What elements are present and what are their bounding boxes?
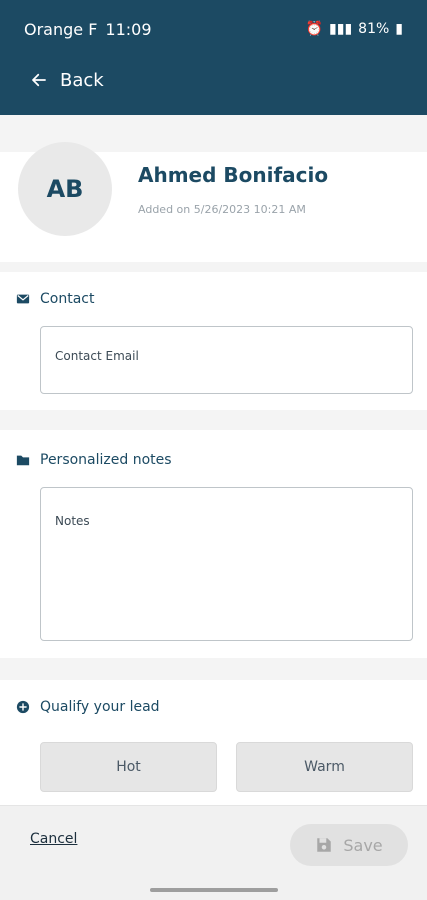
home-indicator[interactable] bbox=[150, 888, 278, 892]
contact-title: Contact bbox=[40, 291, 95, 307]
notes-field[interactable]: Notes bbox=[40, 487, 413, 641]
floppy-disk-icon bbox=[317, 838, 332, 852]
app-bar: Orange F 11:09 ⏰ ▮▮▮ 81% ▮ Back bbox=[0, 0, 427, 115]
lead-warm-button[interactable]: Warm bbox=[236, 742, 413, 792]
lead-section-title: Qualify your lead bbox=[16, 699, 160, 715]
arrow-left-icon bbox=[32, 73, 46, 87]
status-bar: Orange F 11:09 ⏰ ▮▮▮ 81% ▮ bbox=[24, 18, 403, 40]
signal-icon: ▮▮▮ bbox=[329, 21, 353, 37]
contact-email-field[interactable]: Contact Email bbox=[40, 326, 413, 394]
folder-icon bbox=[16, 455, 30, 466]
notes-section-title: Personalized notes bbox=[16, 452, 172, 468]
back-label: Back bbox=[60, 69, 104, 91]
status-icons: ⏰ ▮▮▮ 81% ▮ bbox=[306, 21, 403, 37]
lead-title: Qualify your lead bbox=[40, 699, 160, 715]
battery-percent: 81% bbox=[358, 21, 390, 37]
battery-icon: ▮ bbox=[395, 21, 403, 37]
plus-circle-icon bbox=[16, 700, 30, 714]
contact-section-title: Contact bbox=[16, 291, 94, 307]
added-date: Added on 5/26/2023 10:21 AM bbox=[138, 203, 306, 216]
avatar: AB bbox=[18, 142, 112, 236]
cancel-button[interactable]: Cancel bbox=[30, 831, 77, 847]
save-button[interactable]: Save bbox=[290, 824, 408, 866]
notes-title: Personalized notes bbox=[40, 452, 172, 468]
contact-email-placeholder: Contact Email bbox=[55, 349, 139, 363]
notes-placeholder: Notes bbox=[55, 514, 90, 528]
contact-name: Ahmed Bonifacio bbox=[138, 163, 329, 187]
save-label: Save bbox=[343, 835, 383, 855]
lead-hot-button[interactable]: Hot bbox=[40, 742, 217, 792]
status-time: 11:09 bbox=[105, 19, 152, 39]
alarm-icon: ⏰ bbox=[305, 21, 324, 37]
back-button[interactable]: Back bbox=[30, 66, 104, 94]
carrier-label: Orange F bbox=[24, 19, 98, 39]
envelope-icon bbox=[16, 294, 30, 304]
